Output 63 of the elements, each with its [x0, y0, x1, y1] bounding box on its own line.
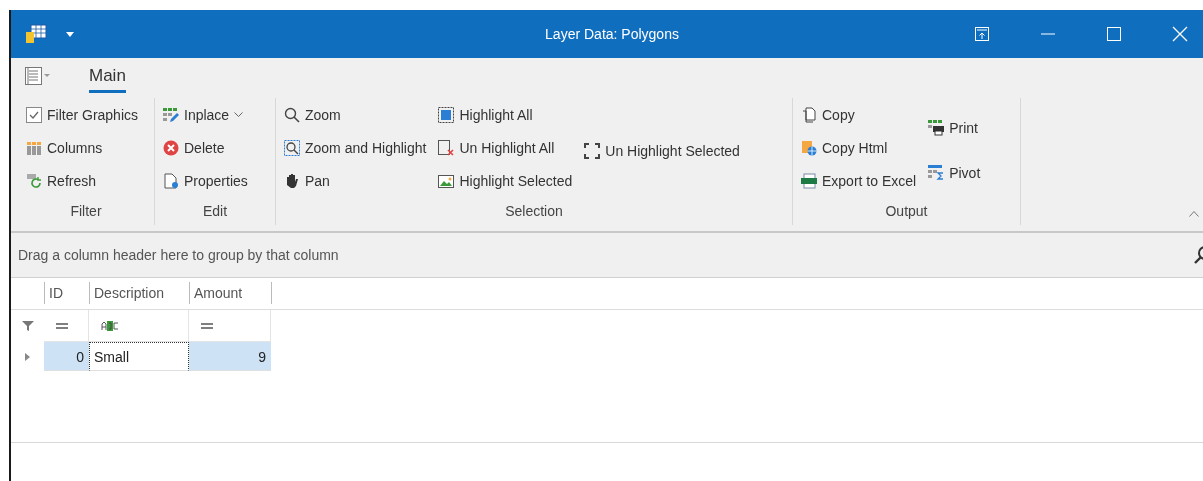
- minimize-icon: [1041, 33, 1055, 35]
- column-header[interactable]: Amount: [189, 282, 271, 304]
- search-icon: [284, 106, 300, 123]
- caret-icon[interactable]: [66, 31, 74, 37]
- close-icon: [1172, 26, 1188, 42]
- unhighlight-all-icon: [438, 139, 455, 156]
- ribbon-toggle-icon: [975, 27, 989, 41]
- column-header[interactable]: Description: [89, 282, 189, 304]
- columns-icon: [26, 139, 42, 156]
- ribbon-button[interactable]: Un Highlight Selected: [580, 134, 744, 167]
- document-globe-icon: [801, 139, 817, 156]
- filter-graphics-checkbox[interactable]: Filter Graphics: [22, 98, 143, 131]
- ribbon-button[interactable]: Print: [924, 111, 985, 145]
- xlsx-icon: [801, 172, 817, 189]
- filter-icon: [21, 320, 34, 332]
- copy-icon: [801, 106, 817, 123]
- group-panel-hint: Drag a column header here to group by that column: [18, 247, 339, 263]
- group-label: Filter: [69, 203, 103, 221]
- equals-icon[interactable]: [201, 322, 213, 329]
- ribbon-button[interactable]: Refresh: [22, 164, 143, 197]
- picture-icon: [438, 172, 455, 189]
- delete-icon: [163, 139, 179, 156]
- table-pencil-icon: [163, 106, 179, 123]
- text-filter-icon[interactable]: [101, 320, 119, 331]
- chevron-down-icon: [234, 112, 244, 117]
- ribbon-button[interactable]: Zoom: [280, 98, 431, 131]
- chevron-up-icon[interactable]: [1189, 211, 1199, 217]
- printer-icon: [928, 120, 945, 136]
- ribbon-button[interactable]: Delete: [159, 131, 252, 164]
- row-indicator-icon: [25, 352, 30, 361]
- ribbon-button[interactable]: Highlight Selected: [434, 164, 577, 197]
- group-label: Output: [884, 203, 929, 221]
- document-gear-icon: [163, 172, 179, 189]
- group-label: Selection: [504, 203, 564, 221]
- ribbon-button[interactable]: Un Highlight All: [434, 131, 577, 164]
- window-title: Layer Data: Polygons: [545, 26, 679, 42]
- equals-icon[interactable]: [56, 322, 68, 329]
- table-cell: 9: [189, 342, 271, 371]
- ribbon-button[interactable]: Highlight All: [434, 98, 577, 131]
- table-app-icon: [25, 24, 47, 44]
- ribbon-tab[interactable]: Main: [89, 66, 126, 93]
- ribbon-button[interactable]: Copy Html: [797, 131, 921, 164]
- table-cell: Small: [89, 342, 189, 371]
- ribbon-button[interactable]: Export to Excel: [797, 164, 921, 197]
- ribbon-button[interactable]: Pivot: [924, 156, 985, 190]
- checkbox[interactable]: [26, 106, 42, 123]
- hand-icon: [284, 172, 300, 189]
- highlight-all-icon: [438, 106, 455, 123]
- ribbon-button[interactable]: Copy: [797, 98, 921, 131]
- refresh-icon: [26, 172, 42, 189]
- ribbon-button[interactable]: Zoom and Highlight: [280, 131, 431, 164]
- ribbon-dropdown-button[interactable]: Inplace: [159, 98, 252, 131]
- ribbon-button[interactable]: Pan: [280, 164, 431, 197]
- column-header[interactable]: ID: [44, 282, 89, 304]
- table-sigma-icon: [928, 165, 945, 181]
- ribbon-button[interactable]: Columns: [22, 131, 143, 164]
- ribbon-button[interactable]: Properties: [159, 164, 252, 197]
- corner-brackets-icon: [584, 142, 601, 159]
- menu-icon[interactable]: [25, 67, 51, 85]
- zoom-highlight-icon: [284, 139, 300, 156]
- table-cell: 0: [44, 342, 89, 371]
- group-label: Edit: [201, 203, 229, 221]
- maximize-icon: [1107, 27, 1121, 41]
